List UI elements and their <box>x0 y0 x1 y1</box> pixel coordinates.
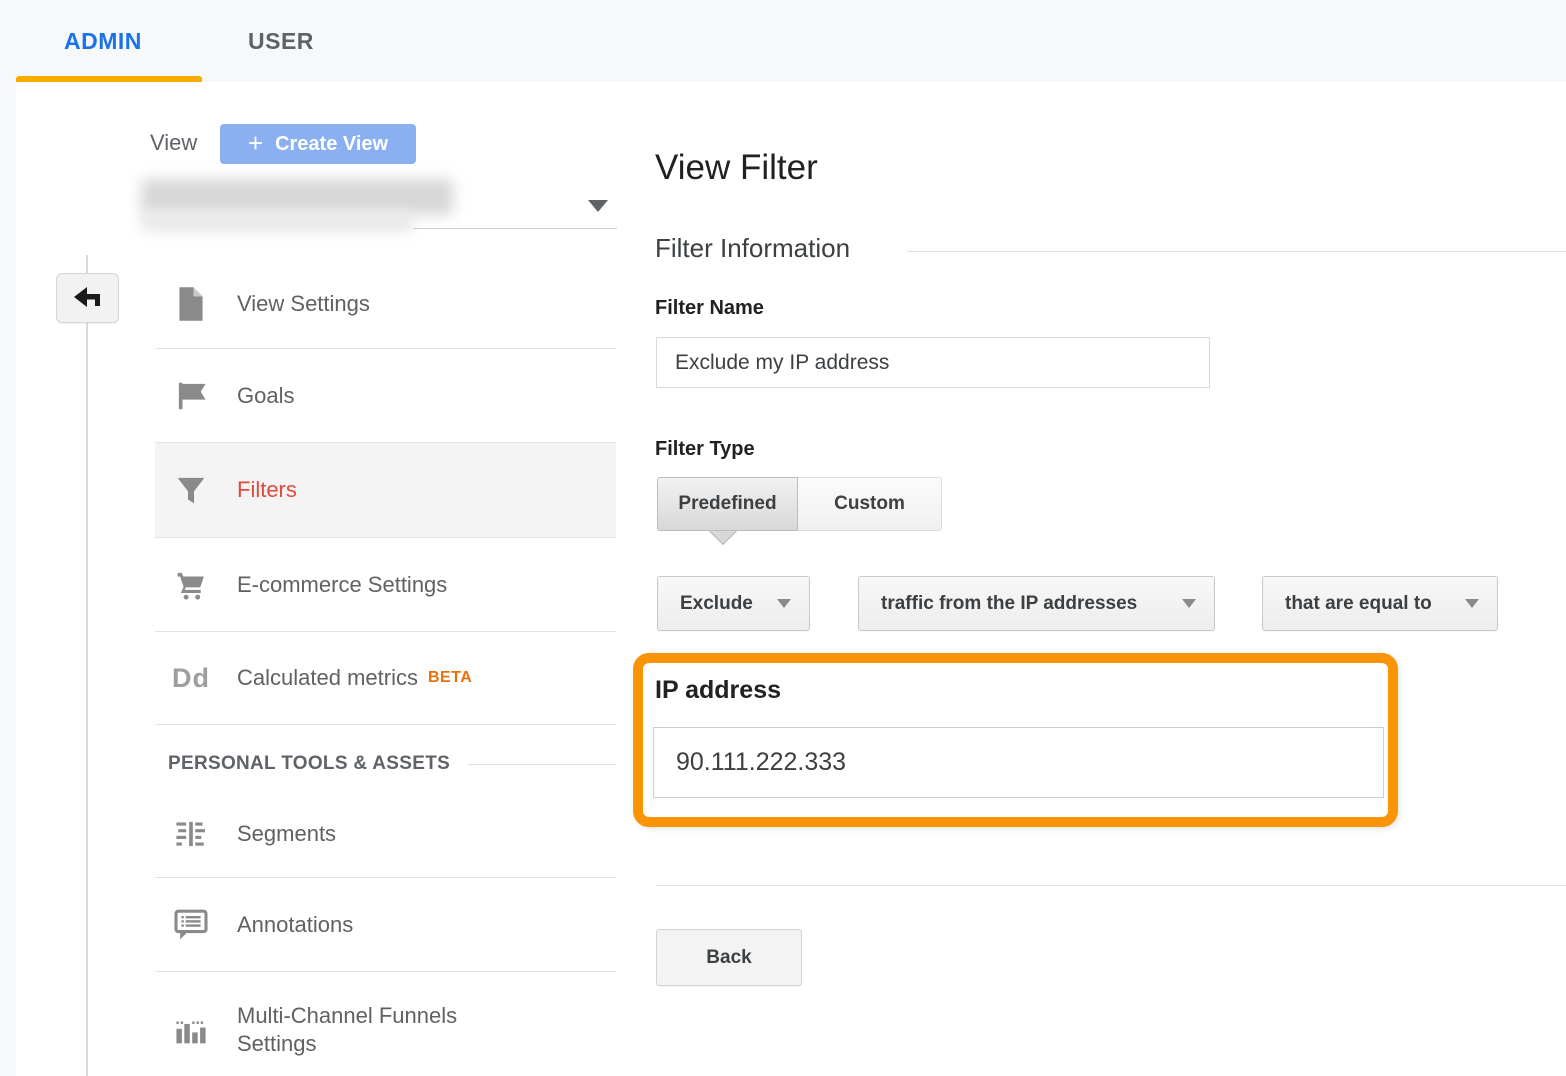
sidebar-vertical-rule <box>86 255 88 1076</box>
filter-action-dropdown[interactable]: Exclude <box>657 576 810 631</box>
blurred-view-name[interactable] <box>141 179 453 215</box>
sidebar-item-filters[interactable]: Filters <box>155 443 616 537</box>
sidebar-item-label: Annotations <box>237 911 353 939</box>
sidebar-item-calculated-metrics[interactable]: Dd Calculated metrics BETA <box>155 632 616 724</box>
divider <box>155 971 616 972</box>
section-header-rule <box>468 764 616 765</box>
segments-icon <box>169 818 213 850</box>
dd-icon: Dd <box>169 663 213 694</box>
sidebar-item-label: Goals <box>237 382 294 410</box>
back-arrow-icon <box>71 285 105 311</box>
cart-icon <box>169 569 213 601</box>
sidebar-item-annotations[interactable]: Annotations <box>155 878 616 971</box>
create-view-label: Create View <box>275 133 388 156</box>
active-tab-underline <box>16 76 202 82</box>
tab-admin[interactable]: ADMIN <box>64 0 142 82</box>
back-arrow-button[interactable] <box>56 273 119 323</box>
section-header-label: PERSONAL TOOLS & ASSETS <box>168 753 450 775</box>
view-selector-underline <box>413 228 617 229</box>
sidebar-item-label: Filters <box>237 476 297 504</box>
filter-name-input[interactable] <box>656 337 1210 388</box>
beta-badge: BETA <box>428 669 472 687</box>
filter-name-label: Filter Name <box>655 297 764 320</box>
dropdown-value: traffic from the IP addresses <box>881 593 1137 615</box>
view-label: View <box>150 130 197 156</box>
dropdown-value: that are equal to <box>1285 593 1432 615</box>
blurred-view-subtext <box>141 211 413 232</box>
sidebar-item-label: View Settings <box>237 290 370 318</box>
sidebar-item-goals[interactable]: Goals <box>155 349 616 442</box>
tab-user[interactable]: USER <box>248 0 314 82</box>
sidebar-item-view-settings[interactable]: View Settings <box>155 260 616 348</box>
sidebar-item-label: E-commerce Settings <box>237 571 447 599</box>
ga-admin-page: ADMIN USER View + Create View View Setti… <box>0 0 1566 1076</box>
section-heading-rule <box>907 251 1566 252</box>
funnel-icon <box>169 474 213 506</box>
divider <box>155 724 616 725</box>
sidebar-item-segments[interactable]: Segments <box>155 790 616 877</box>
filter-type-custom-button[interactable]: Custom <box>798 477 942 531</box>
filter-type-label: Filter Type <box>655 438 755 461</box>
annotations-icon <box>169 908 213 942</box>
page-title: View Filter <box>655 148 818 188</box>
sidebar-item-ecommerce-settings[interactable]: E-commerce Settings <box>155 538 616 631</box>
divider <box>656 885 1566 886</box>
top-tab-bar <box>0 0 1566 82</box>
chevron-down-icon <box>777 599 791 608</box>
view-selector-caret-icon[interactable] <box>588 200 608 212</box>
dropdown-value: Exclude <box>680 593 753 615</box>
sidebar-item-label: Segments <box>237 820 336 848</box>
chevron-down-icon <box>1182 599 1196 608</box>
chevron-down-icon <box>1465 599 1479 608</box>
ip-address-input[interactable] <box>653 727 1384 798</box>
sidebar-item-multi-channel-funnels[interactable]: Multi-Channel Funnels Settings <box>155 985 616 1075</box>
filter-type-predefined-button[interactable]: Predefined <box>657 477 798 531</box>
plus-icon: + <box>248 130 263 156</box>
filter-expression-dropdown[interactable]: that are equal to <box>1262 576 1498 631</box>
create-view-button[interactable]: + Create View <box>220 124 416 164</box>
document-icon <box>169 286 213 322</box>
bar-chart-icon <box>169 1013 213 1047</box>
sidebar-item-label: Multi-Channel Funnels Settings <box>237 1002 517 1058</box>
back-button[interactable]: Back <box>656 929 802 986</box>
left-gutter <box>0 82 16 1076</box>
ip-address-label: IP address <box>655 676 781 705</box>
filter-source-dropdown[interactable]: traffic from the IP addresses <box>858 576 1215 631</box>
flag-icon <box>169 380 213 412</box>
section-header-personal-tools: PERSONAL TOOLS & ASSETS <box>168 753 616 775</box>
sidebar-item-label: Calculated metrics <box>237 664 418 692</box>
section-heading: Filter Information <box>655 233 850 264</box>
